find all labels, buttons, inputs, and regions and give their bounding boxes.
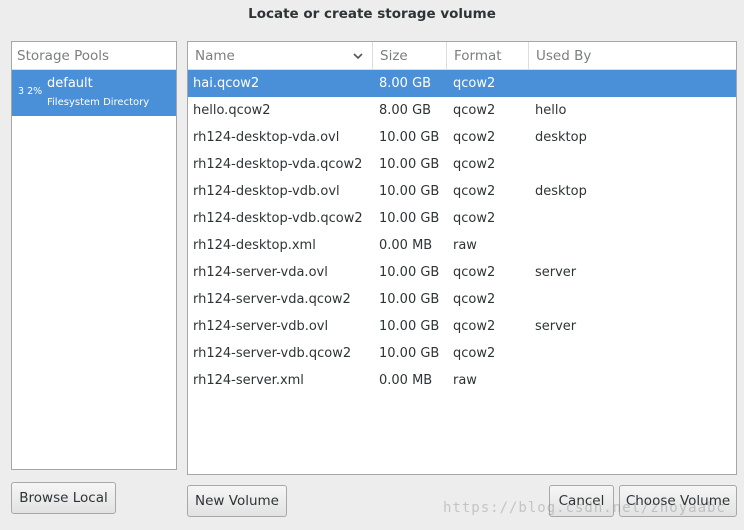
table-row[interactable]: rh124-desktop-vdb.qcow2 10.00 GB qcow2 [188, 205, 736, 232]
chevron-down-icon [353, 53, 363, 60]
volume-size: 10.00 GB [379, 211, 440, 226]
pool-name: default [47, 76, 93, 91]
volume-format: qcow2 [453, 157, 496, 172]
volume-name: rh124-server-vdb.ovl [193, 319, 329, 334]
volume-name: rh124-server.xml [193, 373, 304, 388]
volume-size: 0.00 MB [379, 373, 433, 388]
column-header-name[interactable]: Name [188, 42, 373, 70]
volume-size: 8.00 GB [379, 76, 432, 91]
volume-size: 10.00 GB [379, 265, 440, 280]
volume-format: qcow2 [453, 211, 496, 226]
volume-format: raw [453, 238, 477, 253]
volume-size: 10.00 GB [379, 157, 440, 172]
table-row[interactable]: rh124-desktop.xml 0.00 MB raw [188, 232, 736, 259]
volume-name: rh124-server-vda.qcow2 [193, 292, 351, 307]
column-header-size[interactable]: Size [373, 42, 447, 70]
dialog-title: Locate or create storage volume [248, 6, 496, 22]
volume-name: hai.qcow2 [193, 76, 260, 91]
volumes-table: Name Size Format Used By hai.qcow2 8.00 … [187, 41, 737, 475]
table-row[interactable]: rh124-server-vdb.ovl 10.00 GB qcow2 serv… [188, 313, 736, 340]
table-row[interactable]: rh124-desktop-vda.ovl 10.00 GB qcow2 des… [188, 124, 736, 151]
table-row[interactable]: rh124-server-vda.ovl 10.00 GB qcow2 serv… [188, 259, 736, 286]
pool-usage-percent: 3 2% [18, 86, 43, 97]
volume-size: 10.00 GB [379, 184, 440, 199]
volume-rows: hai.qcow2 8.00 GB qcow2 hello.qcow2 8.00… [188, 70, 736, 394]
volume-format: raw [453, 373, 477, 388]
storage-pools-list: Storage Pools 3 2% default Filesystem Di… [11, 41, 177, 470]
volume-format: qcow2 [453, 76, 496, 91]
volume-format: qcow2 [453, 319, 496, 334]
volume-used-by: server [535, 319, 577, 334]
volume-format: qcow2 [453, 265, 496, 280]
table-row[interactable]: rh124-desktop-vda.qcow2 10.00 GB qcow2 [188, 151, 736, 178]
volume-name: rh124-desktop.xml [193, 238, 316, 253]
browse-local-button[interactable]: Browse Local [11, 482, 116, 514]
volume-used-by: server [535, 265, 577, 280]
volume-format: qcow2 [453, 103, 496, 118]
volume-used-by: desktop [535, 184, 587, 199]
table-row[interactable]: rh124-server.xml 0.00 MB raw [188, 367, 736, 394]
volume-name: rh124-desktop-vda.qcow2 [193, 157, 363, 172]
table-row[interactable]: rh124-server-vdb.qcow2 10.00 GB qcow2 [188, 340, 736, 367]
cancel-button[interactable]: Cancel [549, 485, 614, 517]
volume-format: qcow2 [453, 346, 496, 361]
volume-used-by: desktop [535, 130, 587, 145]
pool-item-default[interactable]: 3 2% default Filesystem Directory [12, 70, 176, 116]
volume-format: qcow2 [453, 184, 496, 199]
column-header-format[interactable]: Format [447, 42, 529, 70]
table-row[interactable]: rh124-desktop-vdb.ovl 10.00 GB qcow2 des… [188, 178, 736, 205]
volume-name: rh124-desktop-vda.ovl [193, 130, 340, 145]
volumes-table-header: Name Size Format Used By [188, 42, 736, 70]
volume-size: 10.00 GB [379, 292, 440, 307]
volume-size: 10.00 GB [379, 346, 440, 361]
pool-type: Filesystem Directory [47, 97, 150, 108]
volume-size: 0.00 MB [379, 238, 433, 253]
table-row[interactable]: hai.qcow2 8.00 GB qcow2 [188, 70, 736, 97]
volume-name: rh124-desktop-vdb.qcow2 [193, 211, 363, 226]
volume-used-by: hello [535, 103, 567, 118]
volume-format: qcow2 [453, 130, 496, 145]
column-header-used-by[interactable]: Used By [529, 42, 736, 70]
column-header-name-label: Name [195, 48, 235, 64]
table-row[interactable]: hello.qcow2 8.00 GB qcow2 hello [188, 97, 736, 124]
volume-name: rh124-server-vdb.qcow2 [193, 346, 352, 361]
volume-size: 10.00 GB [379, 130, 440, 145]
volume-size: 10.00 GB [379, 319, 440, 334]
volume-format: qcow2 [453, 292, 496, 307]
table-row[interactable]: rh124-server-vda.qcow2 10.00 GB qcow2 [188, 286, 736, 313]
choose-volume-button[interactable]: Choose Volume [619, 485, 737, 517]
volume-name: hello.qcow2 [193, 103, 271, 118]
volume-size: 8.00 GB [379, 103, 432, 118]
new-volume-button[interactable]: New Volume [187, 485, 287, 517]
storage-pools-header: Storage Pools [12, 42, 176, 70]
volume-name: rh124-desktop-vdb.ovl [193, 184, 340, 199]
volume-name: rh124-server-vda.ovl [193, 265, 328, 280]
